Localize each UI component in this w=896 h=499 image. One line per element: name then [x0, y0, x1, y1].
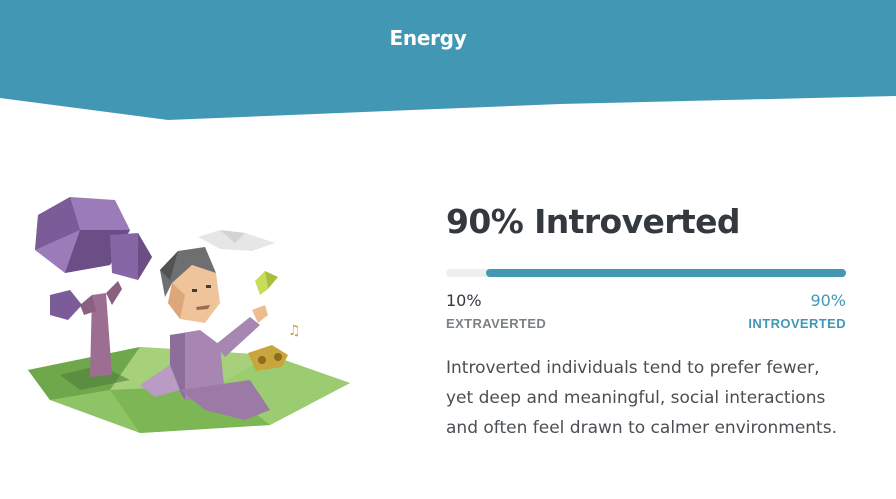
extraverted-label-group: 10% EXTRAVERTED — [446, 291, 546, 332]
section-title: Energy — [389, 26, 467, 50]
introvert-person-under-tree-icon: ♫ — [28, 197, 350, 433]
header-wave-background — [0, 0, 896, 120]
section-header: Energy — [0, 0, 896, 125]
extraverted-percent: 10% — [446, 291, 482, 310]
trait-progress-fill — [486, 269, 846, 277]
introverted-percent: 90% — [810, 291, 846, 310]
extraverted-label: EXTRAVERTED — [446, 316, 547, 331]
svg-text:♫: ♫ — [288, 323, 301, 339]
trait-progress-bar — [446, 269, 846, 277]
trait-description: Introverted individuals tend to prefer f… — [446, 358, 837, 438]
introverted-label-group: 90% INTROVERTED — [748, 291, 846, 332]
introvert-illustration: ♫ — [20, 185, 360, 445]
introverted-label: INTROVERTED — [748, 316, 846, 331]
trait-headline: 90% Introverted — [446, 202, 741, 241]
trait-scale-labels: 10% EXTRAVERTED 90% INTROVERTED — [446, 291, 846, 335]
trait-result-panel: 90% Introverted 10% EXTRAVERTED 90% INTR… — [446, 200, 846, 443]
